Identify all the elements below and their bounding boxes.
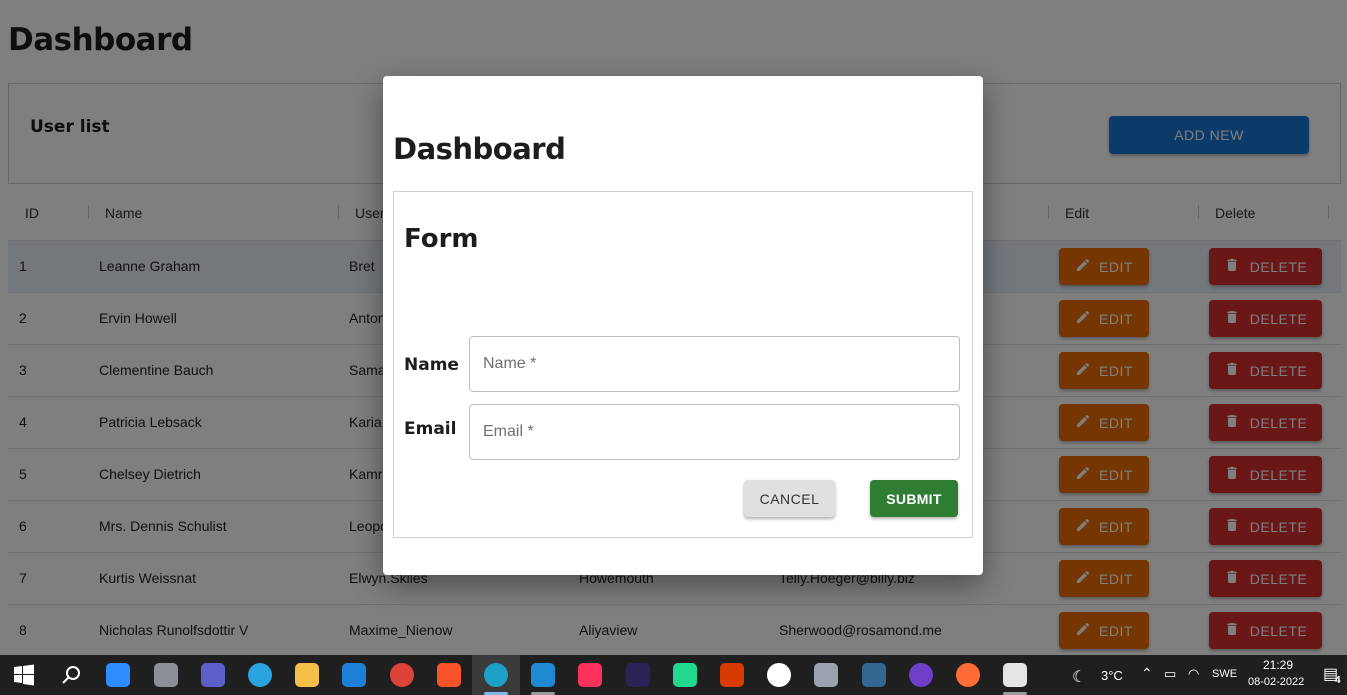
chevron-up-icon[interactable]: ⌃ xyxy=(1141,665,1153,682)
postman-icon[interactable] xyxy=(956,663,980,687)
chrome-icon[interactable] xyxy=(389,663,414,687)
form-container: Form Name Email CANCEL SUBMIT xyxy=(393,191,973,538)
form-dialog: Dashboard Form Name Email CANCEL SUBMIT xyxy=(383,76,983,575)
github-icon[interactable] xyxy=(908,663,933,687)
datagrip-icon[interactable] xyxy=(672,663,697,687)
eclipse-icon[interactable] xyxy=(625,663,650,687)
teams-icon[interactable] xyxy=(200,663,225,687)
mongodb-icon[interactable] xyxy=(767,663,792,687)
paint-icon[interactable] xyxy=(1003,663,1028,687)
dialog-title: Dashboard xyxy=(393,132,566,166)
wifi-icon[interactable]: ◠ xyxy=(1188,666,1199,682)
postgresql-icon[interactable] xyxy=(861,663,886,687)
moon-icon[interactable]: ☾ xyxy=(1072,667,1086,687)
weather-temperature[interactable]: 3°C xyxy=(1101,668,1123,683)
office-icon[interactable] xyxy=(720,663,744,687)
windows-start-icon[interactable] xyxy=(12,663,36,687)
cancel-button[interactable]: CANCEL xyxy=(744,480,835,517)
windows-taskbar: ☾ 3°C ⌃ ▭ ◠ SWE 21:29 08-02-2022 ▤ 4 xyxy=(0,655,1347,695)
email-input[interactable] xyxy=(469,404,960,460)
language-indicator[interactable]: SWE xyxy=(1212,668,1237,680)
email-label: Email xyxy=(404,419,457,439)
name-label: Name xyxy=(404,355,459,375)
database-icon[interactable] xyxy=(814,663,839,687)
form-title: Form xyxy=(404,224,479,254)
vscode-icon[interactable] xyxy=(531,663,556,687)
clock-date[interactable]: 08-02-2022 xyxy=(1248,676,1304,688)
name-input[interactable] xyxy=(469,336,960,392)
brave-icon[interactable] xyxy=(436,663,461,687)
search-icon[interactable] xyxy=(59,663,83,687)
telegram-icon[interactable] xyxy=(248,663,272,687)
camera-icon[interactable] xyxy=(153,663,178,687)
edge-icon[interactable] xyxy=(484,663,508,687)
notification-count: 4 xyxy=(1335,675,1341,686)
clock-time[interactable]: 21:29 xyxy=(1263,658,1293,672)
submit-button[interactable]: SUBMIT xyxy=(870,480,958,517)
mail-icon[interactable] xyxy=(342,663,367,687)
meet-now-icon[interactable]: ▭ xyxy=(1164,666,1176,682)
file-explorer-icon[interactable] xyxy=(295,663,320,687)
intellij-icon[interactable] xyxy=(578,663,603,687)
zoom-icon[interactable] xyxy=(106,663,131,687)
